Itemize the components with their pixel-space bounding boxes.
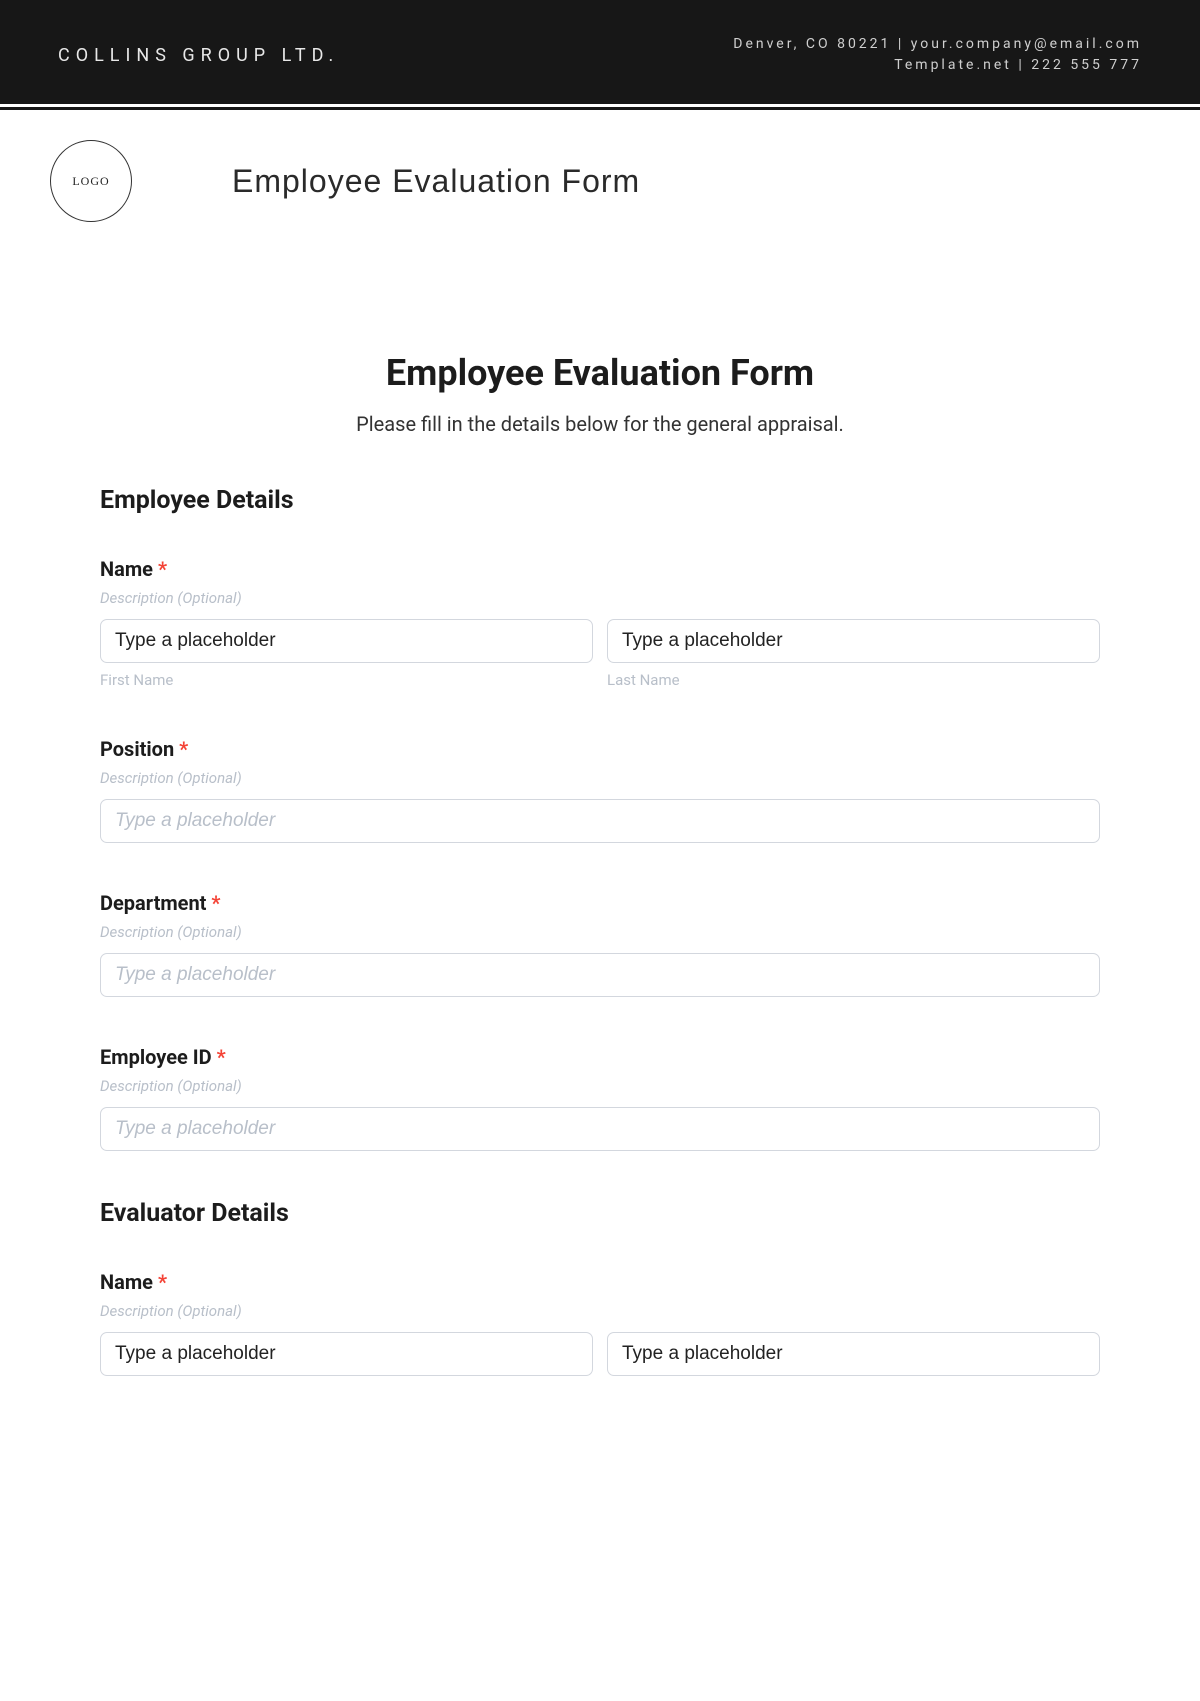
logo-placeholder: LOGO <box>50 140 132 222</box>
first-name-sublabel: First Name <box>100 671 593 689</box>
label-text: Name <box>100 1270 153 1294</box>
label-text: Name <box>100 557 153 581</box>
label-position: Position * <box>100 737 1100 761</box>
form-container: Employee Evaluation Form Please fill in … <box>0 232 1200 1376</box>
required-mark: * <box>217 1045 226 1069</box>
label-text: Employee ID <box>100 1045 212 1069</box>
contact-line-2: Template.net | 222 555 777 <box>733 55 1142 76</box>
form-title: Employee Evaluation Form <box>100 352 1100 394</box>
top-bar: COLLINS GROUP LTD. Denver, CO 80221 | yo… <box>0 0 1200 107</box>
document-header: LOGO Employee Evaluation Form <box>0 110 1200 232</box>
field-description: Description (Optional) <box>100 769 1100 787</box>
required-mark: * <box>179 737 188 761</box>
company-name: COLLINS GROUP LTD. <box>58 45 339 66</box>
field-position: Position * Description (Optional) <box>100 737 1100 843</box>
evaluator-first-name-input[interactable] <box>100 1332 593 1376</box>
field-description: Description (Optional) <box>100 923 1100 941</box>
position-input[interactable] <box>100 799 1100 843</box>
first-name-input[interactable] <box>100 619 593 663</box>
form-subtitle: Please fill in the details below for the… <box>100 412 1100 436</box>
field-evaluator-name: Name * Description (Optional) <box>100 1270 1100 1376</box>
field-description: Description (Optional) <box>100 589 1100 607</box>
field-description: Description (Optional) <box>100 1077 1100 1095</box>
label-department: Department * <box>100 891 1100 915</box>
field-employee-name: Name * Description (Optional) First Name… <box>100 557 1100 689</box>
field-department: Department * Description (Optional) <box>100 891 1100 997</box>
employee-id-input[interactable] <box>100 1107 1100 1151</box>
label-employee-id: Employee ID * <box>100 1045 1100 1069</box>
field-description: Description (Optional) <box>100 1302 1100 1320</box>
contact-line-1: Denver, CO 80221 | your.company@email.co… <box>733 34 1142 55</box>
label-text: Position <box>100 737 174 761</box>
field-employee-id: Employee ID * Description (Optional) <box>100 1045 1100 1151</box>
department-input[interactable] <box>100 953 1100 997</box>
required-mark: * <box>158 557 167 581</box>
section-employee-title: Employee Details <box>100 486 1100 515</box>
section-evaluator-title: Evaluator Details <box>100 1199 1100 1228</box>
label-text: Department <box>100 891 206 915</box>
required-mark: * <box>211 891 220 915</box>
label-employee-name: Name * <box>100 557 1100 581</box>
last-name-sublabel: Last Name <box>607 671 1100 689</box>
contact-block: Denver, CO 80221 | your.company@email.co… <box>733 34 1142 76</box>
last-name-input[interactable] <box>607 619 1100 663</box>
required-mark: * <box>158 1270 167 1294</box>
evaluator-last-name-input[interactable] <box>607 1332 1100 1376</box>
document-title: Employee Evaluation Form <box>232 163 640 200</box>
label-evaluator-name: Name * <box>100 1270 1100 1294</box>
